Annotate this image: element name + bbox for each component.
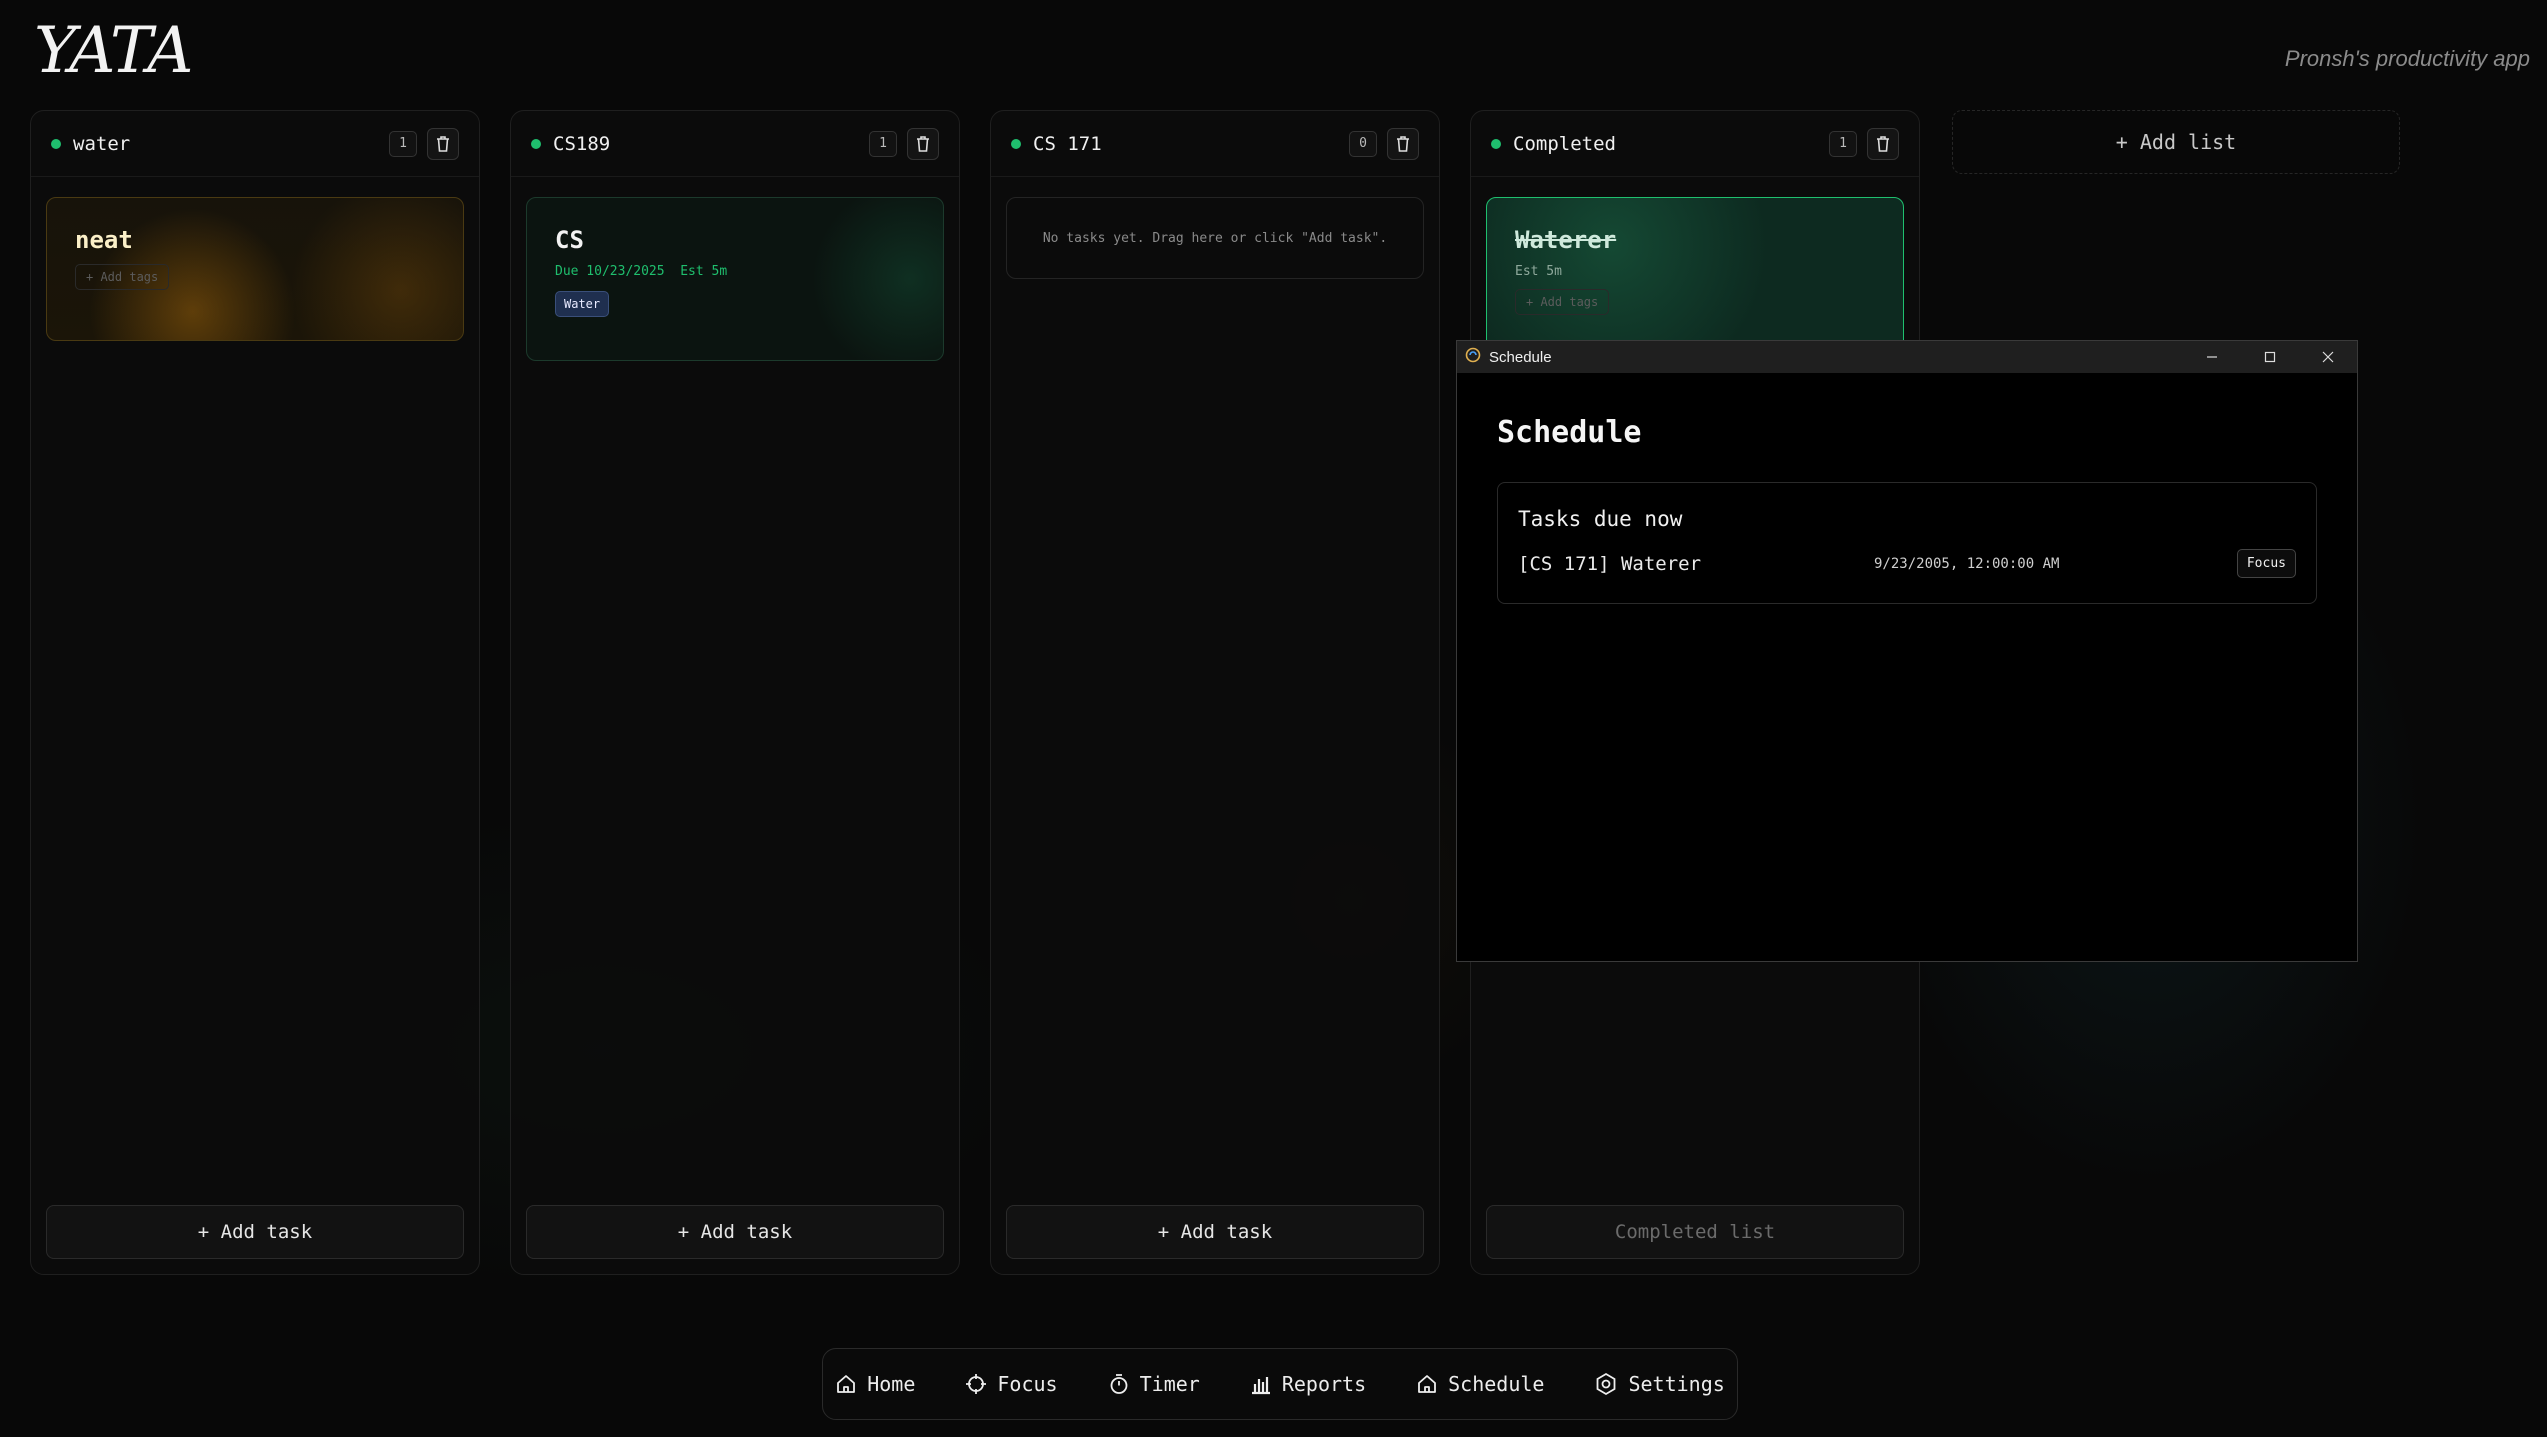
task-estimate: Est 5m (1515, 264, 1562, 279)
maximize-icon (2264, 351, 2276, 363)
window-titlebar[interactable]: Schedule (1457, 341, 2357, 373)
schedule-heading: Schedule (1497, 415, 1642, 450)
list-column-cs171: CS 171 0 No tasks yet. Drag here or clic… (990, 110, 1440, 1275)
delete-list-button[interactable] (427, 127, 459, 160)
add-task-button[interactable]: + Add task (1006, 1205, 1424, 1259)
app-tagline: Pronsh's productivity app (2284, 46, 2530, 71)
stopwatch-icon (1110, 1374, 1128, 1394)
nav-label: Settings (1628, 1372, 1725, 1396)
list-header: water 1 (31, 111, 479, 177)
delete-list-button[interactable] (1387, 127, 1419, 160)
list-status-dot (1491, 138, 1501, 149)
trash-icon (437, 135, 449, 152)
add-tags-button[interactable]: + Add tags (75, 264, 170, 290)
nav-label: Schedule (1448, 1372, 1545, 1396)
close-button[interactable] (2299, 341, 2357, 373)
maximize-button[interactable] (2241, 341, 2299, 373)
home-icon (837, 1375, 856, 1393)
nav-reports[interactable]: Reports (1225, 1372, 1391, 1396)
minimize-icon (2207, 356, 2217, 358)
due-task-name: [CS 171] Waterer (1518, 552, 1702, 575)
nav-label: Focus (997, 1372, 1058, 1396)
bottom-nav: Home Focus Timer Reports Schedule Settin… (822, 1348, 1738, 1420)
minimize-button[interactable] (2183, 341, 2241, 373)
app-icon (1465, 347, 1481, 367)
hexagon-gear-icon (1597, 1372, 1616, 1396)
task-card[interactable]: neat + Add tags (46, 197, 464, 341)
add-list-button[interactable]: + Add list (1952, 110, 2400, 174)
list-column-water: water 1 neat + Add tags + Add task (30, 110, 480, 1275)
task-card-completed[interactable]: Waterer Est 5m + Add tags (1486, 197, 1904, 357)
add-task-button[interactable]: + Add task (46, 1205, 464, 1259)
list-status-dot (1011, 138, 1021, 149)
delete-list-button[interactable] (1867, 127, 1899, 160)
list-title[interactable]: CS189 (553, 133, 869, 155)
task-meta: Due 10/23/2025 Est 5m (555, 264, 915, 279)
nav-label: Timer (1139, 1372, 1200, 1396)
bar-chart-icon (1251, 1377, 1270, 1395)
trash-icon (1397, 135, 1409, 152)
delete-list-button[interactable] (907, 127, 939, 160)
focus-button[interactable]: Focus (2236, 549, 2296, 578)
task-count-badge: 0 (1349, 130, 1377, 157)
list-status-dot (51, 138, 61, 149)
task-title: Waterer (1515, 226, 1617, 254)
add-tags-button[interactable]: + Add tags (1515, 289, 1610, 315)
task-title: CS (555, 226, 584, 254)
app-logo: YATA (34, 14, 193, 88)
add-task-button[interactable]: + Add task (526, 1205, 944, 1259)
nav-label: Home (867, 1372, 916, 1396)
trash-icon (1877, 135, 1889, 152)
nav-label: Reports (1281, 1372, 1367, 1396)
due-task-time: 9/23/2005, 12:00:00 AM (1874, 555, 2060, 572)
list-column-cs189: CS189 1 CS Due 10/23/2025 Est 5m Water +… (510, 110, 960, 1275)
tasks-due-heading: Tasks due now (1518, 507, 1683, 531)
list-header: CS 171 0 (991, 111, 1439, 177)
close-icon (2322, 351, 2334, 363)
nav-settings[interactable]: Settings (1569, 1372, 1749, 1396)
trash-icon (917, 135, 929, 152)
tasks-due-panel: Tasks due now [CS 171] Waterer 9/23/2005… (1497, 482, 2317, 604)
list-header: Completed 1 (1471, 111, 1919, 177)
list-title[interactable]: water (73, 133, 389, 155)
empty-list-placeholder[interactable]: No tasks yet. Drag here or click "Add ta… (1006, 197, 1424, 279)
list-status-dot (531, 138, 541, 149)
task-count-badge: 1 (869, 130, 897, 157)
task-count-badge: 1 (389, 130, 417, 157)
task-title: neat (75, 226, 133, 254)
list-title[interactable]: Completed (1513, 133, 1829, 155)
list-header: CS189 1 (511, 111, 959, 177)
task-estimate: Est 5m (680, 264, 728, 279)
task-due-date: Due 10/23/2025 (555, 264, 665, 279)
task-card[interactable]: CS Due 10/23/2025 Est 5m Water (526, 197, 944, 361)
completed-list-button[interactable]: Completed list (1486, 1205, 1904, 1259)
task-tag[interactable]: Water (555, 291, 610, 317)
nav-home[interactable]: Home (810, 1372, 940, 1396)
nav-focus[interactable]: Focus (940, 1372, 1082, 1396)
schedule-window: Schedule Schedule Tasks due now [CS 171]… (1456, 340, 2358, 962)
home-icon (1418, 1375, 1437, 1393)
nav-schedule[interactable]: Schedule (1391, 1372, 1569, 1396)
nav-timer[interactable]: Timer (1083, 1372, 1225, 1396)
task-count-badge: 1 (1829, 130, 1857, 157)
crosshair-icon (966, 1374, 987, 1394)
due-task-row: [CS 171] Waterer 9/23/2005, 12:00:00 AM … (1518, 549, 2296, 578)
window-title: Schedule (1489, 348, 1552, 366)
list-title[interactable]: CS 171 (1033, 133, 1349, 155)
